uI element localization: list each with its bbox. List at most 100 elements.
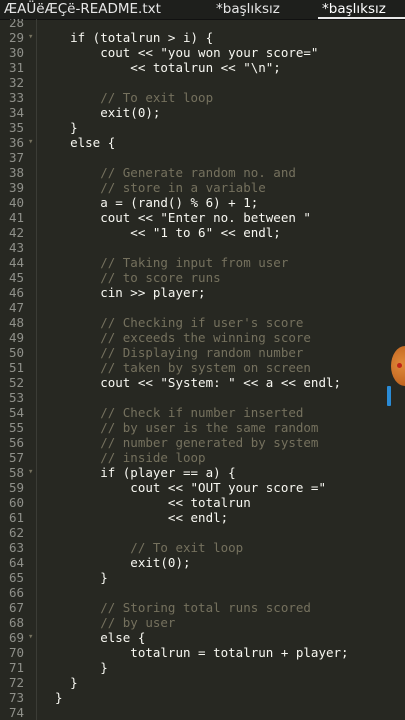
code-text: cout << "Enter no. between " [40, 210, 311, 225]
line-number: 60 [8, 495, 24, 510]
code-text: a = (rand() % 6) + 1; [40, 195, 259, 210]
code-line[interactable]: 37 [0, 150, 405, 165]
line-number: 61 [8, 510, 24, 525]
line-number: 68 [8, 615, 24, 630]
code-line[interactable]: 73 } [0, 690, 405, 705]
code-line[interactable]: 46 cin >> player; [0, 285, 405, 300]
line-number: 45 [8, 270, 24, 285]
line-number: 66 [8, 585, 24, 600]
code-line[interactable]: 29 ▾ if (totalrun > i) { [0, 30, 405, 45]
code-line[interactable]: 47 [0, 300, 405, 315]
code-line[interactable]: 34 exit(0); [0, 105, 405, 120]
code-line[interactable]: 50 // Displaying random number [0, 345, 405, 360]
fold-arrow-icon[interactable]: ▾ [28, 30, 33, 45]
code-line[interactable]: 72 } [0, 675, 405, 690]
line-number: 48 [8, 315, 24, 330]
line-number: 70 [8, 645, 24, 660]
code-line[interactable]: 43 [0, 240, 405, 255]
code-text: cout << "System: " << a << endl; [40, 375, 342, 390]
code-line[interactable]: 49 // exceeds the winning score [0, 330, 405, 345]
code-line[interactable]: 64 exit(0); [0, 555, 405, 570]
tab-untitled-1[interactable]: *başlıksız [212, 0, 312, 19]
code-text: cout << "you won your score=" [40, 45, 319, 60]
code-line[interactable]: 68 // by user [0, 615, 405, 630]
code-line[interactable]: 54 // Check if number inserted [0, 405, 405, 420]
tab-readme[interactable]: ÆAÜëÆÇë-README.txt [0, 0, 193, 19]
code-text: else { [40, 135, 116, 150]
code-line[interactable]: 69 ▾ else { [0, 630, 405, 645]
line-number: 52 [8, 375, 24, 390]
code-line[interactable]: 48 // Checking if user's score [0, 315, 405, 330]
scroll-handle[interactable] [387, 386, 391, 406]
code-line[interactable]: 60 << totalrun [0, 495, 405, 510]
tab-untitled-2-active[interactable]: *başlıksız [318, 0, 405, 19]
code-line[interactable]: 66 [0, 585, 405, 600]
code-comment: // Check if number inserted [40, 405, 304, 420]
code-comment: // To exit loop [40, 90, 214, 105]
code-line[interactable]: 53 [0, 390, 405, 405]
line-number: 34 [8, 105, 24, 120]
code-line[interactable]: 55 // by user is the same random [0, 420, 405, 435]
code-line[interactable]: 57 // inside loop [0, 450, 405, 465]
fold-arrow-icon[interactable]: ▾ [28, 465, 33, 480]
line-number: 39 [8, 180, 24, 195]
code-line[interactable]: 56 // number generated by system [0, 435, 405, 450]
line-number: 28 [8, 19, 24, 30]
line-number: 46 [8, 285, 24, 300]
code-comment: // by user is the same random [40, 420, 319, 435]
code-line[interactable]: 40 a = (rand() % 6) + 1; [0, 195, 405, 210]
line-number: 62 [8, 525, 24, 540]
code-line[interactable]: 39 // store in a variable [0, 180, 405, 195]
line-number: 69 [8, 630, 24, 645]
code-line[interactable]: 41 cout << "Enter no. between " [0, 210, 405, 225]
code-line[interactable]: 62 [0, 525, 405, 540]
line-number: 67 [8, 600, 24, 615]
line-number: 29 [8, 30, 24, 45]
code-line[interactable]: 59 cout << "OUT your score =" [0, 480, 405, 495]
tab-bar: ÆAÜëÆÇë-README.txt *başlıksız *başlıksız [0, 0, 405, 20]
code-line[interactable]: 44 // Taking input from user [0, 255, 405, 270]
code-text: << totalrun << "\n"; [40, 60, 281, 75]
code-line[interactable]: 36 ▾ else { [0, 135, 405, 150]
code-line[interactable]: 61 << endl; [0, 510, 405, 525]
line-number: 71 [8, 660, 24, 675]
fold-arrow-icon[interactable]: ▾ [28, 135, 33, 150]
code-line[interactable]: 28 [0, 19, 405, 30]
code-line[interactable]: 70 totalrun = totalrun + player; [0, 645, 405, 660]
code-comment: // Taking input from user [40, 255, 289, 270]
code-line[interactable]: 74 [0, 705, 405, 720]
code-comment: // To exit loop [40, 540, 244, 555]
code-line[interactable]: 33 // To exit loop [0, 90, 405, 105]
code-text: cin >> player; [40, 285, 206, 300]
code-text: << endl; [40, 510, 229, 525]
code-line[interactable]: 63 // To exit loop [0, 540, 405, 555]
tab-label: *başlıksız [322, 1, 386, 17]
code-line[interactable]: 38 // Generate random no. and [0, 165, 405, 180]
code-editor[interactable]: 28 29 ▾ if (totalrun > i) {30 cout << "you… [0, 19, 405, 720]
line-number: 35 [8, 120, 24, 135]
code-line[interactable]: 30 cout << "you won your score=" [0, 45, 405, 60]
fold-arrow-icon[interactable]: ▾ [28, 630, 33, 645]
code-line[interactable]: 58 ▾ if (player == a) { [0, 465, 405, 480]
line-number: 38 [8, 165, 24, 180]
code-line[interactable]: 65 } [0, 570, 405, 585]
code-line[interactable]: 42 << "1 to 6" << endl; [0, 225, 405, 240]
code-comment: // taken by system on screen [40, 360, 311, 375]
code-line[interactable]: 71 } [0, 660, 405, 675]
code-line[interactable]: 31 << totalrun << "\n"; [0, 60, 405, 75]
line-number: 37 [8, 150, 24, 165]
code-line[interactable]: 45 // to score runs [0, 270, 405, 285]
code-comment: // exceeds the winning score [40, 330, 311, 345]
code-line[interactable]: 67 // Storing total runs scored [0, 600, 405, 615]
code-comment: // store in a variable [40, 180, 266, 195]
code-line[interactable]: 32 [0, 75, 405, 90]
code-line[interactable]: 35 } [0, 120, 405, 135]
code-line[interactable]: 51 // taken by system on screen [0, 360, 405, 375]
line-number: 63 [8, 540, 24, 555]
line-number: 50 [8, 345, 24, 360]
line-number: 57 [8, 450, 24, 465]
line-number: 73 [8, 690, 24, 705]
code-line[interactable]: 52 cout << "System: " << a << endl; [0, 375, 405, 390]
line-number: 59 [8, 480, 24, 495]
line-number: 30 [8, 45, 24, 60]
